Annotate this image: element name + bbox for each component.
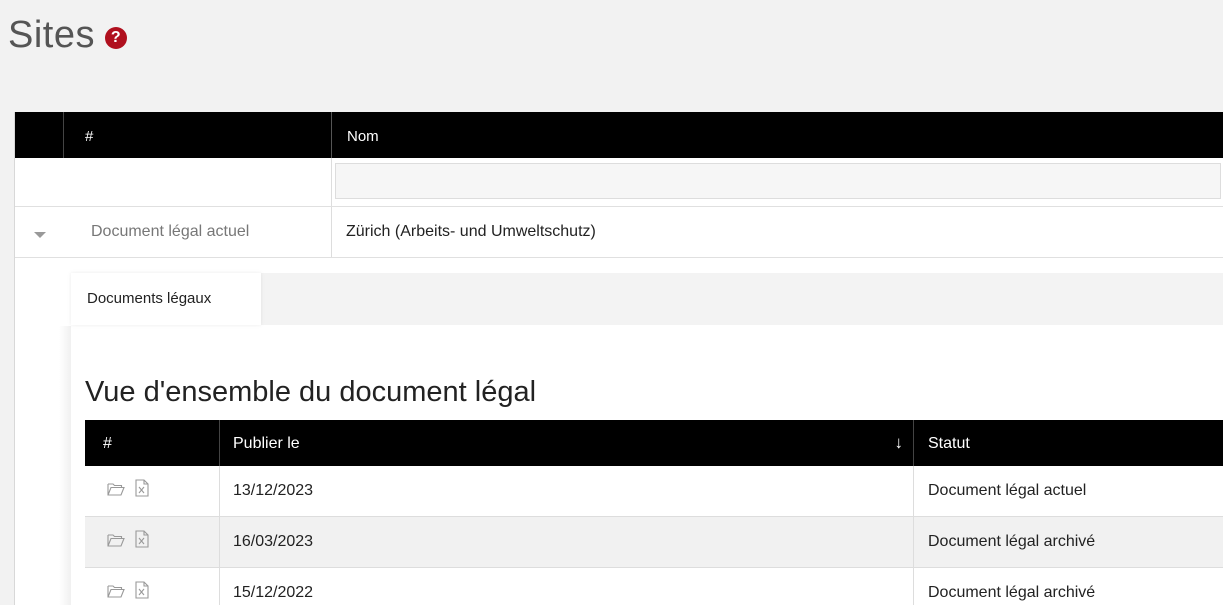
collapse-arrow-icon[interactable] bbox=[34, 232, 46, 238]
folder-open-icon[interactable] bbox=[107, 533, 125, 547]
expand-column-header bbox=[15, 112, 64, 158]
filter-row bbox=[15, 158, 1223, 207]
column-header-publish-date-label: Publier le bbox=[233, 435, 300, 452]
row-actions bbox=[85, 517, 220, 567]
column-header-status[interactable]: Statut bbox=[914, 420, 1223, 466]
publish-date: 15/12/2022 bbox=[233, 584, 314, 601]
status-cell: Document légal archivé bbox=[914, 568, 1223, 605]
publish-date-cell: 16/03/2023 bbox=[219, 517, 914, 567]
table-row[interactable]: 16/03/2023 Document légal archivé bbox=[85, 517, 1223, 568]
column-header-status-label: Statut bbox=[928, 435, 970, 452]
folder-open-icon[interactable] bbox=[107, 482, 125, 496]
section-title: Vue d'ensemble du document légal bbox=[85, 376, 537, 408]
site-row[interactable]: Document légal actuel Zürich (Arbeits- u… bbox=[15, 207, 1223, 258]
column-divider bbox=[331, 207, 332, 257]
tab-bar: Documents légaux bbox=[71, 273, 1223, 325]
page-title: Sites ? bbox=[8, 14, 127, 57]
row-actions bbox=[85, 568, 220, 605]
excel-file-icon[interactable] bbox=[135, 581, 149, 599]
help-icon[interactable]: ? bbox=[104, 26, 127, 49]
tab-documents-legaux-label: Documents légaux bbox=[87, 290, 212, 307]
tab-documents-legaux[interactable]: Documents légaux bbox=[71, 273, 261, 325]
status-text: Document légal actuel bbox=[928, 482, 1087, 499]
column-header-number-label: # bbox=[85, 128, 94, 145]
documents-table: # Publier le ↓ Statut 13/12/2023 Documen… bbox=[85, 420, 1223, 605]
table-row[interactable]: 15/12/2022 Document légal archivé bbox=[85, 568, 1223, 605]
excel-file-icon[interactable] bbox=[135, 530, 149, 548]
page-title-text: Sites bbox=[8, 14, 95, 56]
site-row-name: Zürich (Arbeits- und Umweltschutz) bbox=[346, 223, 596, 240]
site-detail: Documents légaux Vue d'ensemble du docum… bbox=[15, 258, 1223, 605]
row-actions bbox=[85, 466, 220, 516]
status-text: Document légal archivé bbox=[928, 533, 1096, 550]
table-row[interactable]: 13/12/2023 Document légal actuel bbox=[85, 466, 1223, 517]
nom-filter-input[interactable] bbox=[335, 163, 1221, 199]
sites-table-header: # Nom bbox=[15, 112, 1223, 158]
publish-date: 16/03/2023 bbox=[233, 533, 314, 550]
sites-panel: # Nom Document légal actuel Zürich (Arbe… bbox=[14, 112, 1223, 605]
column-header-doc-number-label: # bbox=[103, 435, 112, 452]
column-header-number[interactable]: # bbox=[63, 112, 332, 158]
column-header-publish-date[interactable]: Publier le ↓ bbox=[219, 420, 914, 466]
status-text: Document légal archivé bbox=[928, 584, 1096, 601]
publish-date: 13/12/2023 bbox=[233, 482, 314, 499]
site-row-number: Document légal actuel bbox=[91, 223, 250, 240]
detail-shadow bbox=[59, 326, 71, 605]
column-header-doc-number[interactable]: # bbox=[85, 420, 220, 466]
excel-file-icon[interactable] bbox=[135, 479, 149, 497]
sort-descending-icon[interactable]: ↓ bbox=[895, 433, 904, 453]
publish-date-cell: 15/12/2022 bbox=[219, 568, 914, 605]
documents-table-header: # Publier le ↓ Statut bbox=[85, 420, 1223, 466]
publish-date-cell: 13/12/2023 bbox=[219, 466, 914, 516]
column-divider bbox=[331, 158, 332, 206]
column-header-nom-label: Nom bbox=[347, 128, 379, 145]
status-cell: Document légal actuel bbox=[914, 466, 1223, 516]
folder-open-icon[interactable] bbox=[107, 584, 125, 598]
status-cell: Document légal archivé bbox=[914, 517, 1223, 567]
